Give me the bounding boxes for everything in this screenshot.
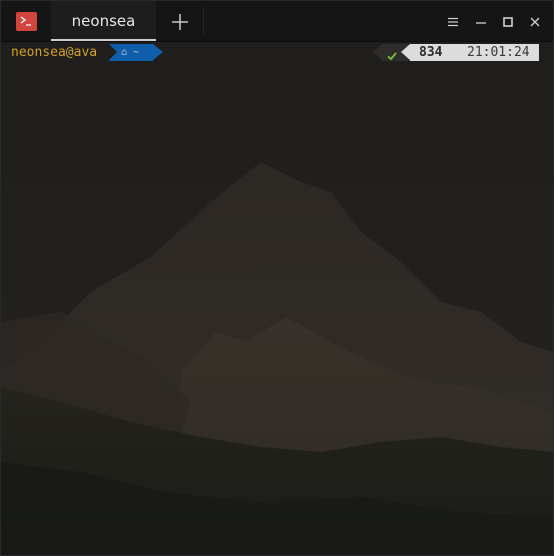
minimize-icon[interactable] xyxy=(474,14,488,28)
clock-time: 21:01:24 xyxy=(467,45,530,60)
user-host: neonsea@ava xyxy=(11,45,98,60)
hamburger-menu-icon[interactable] xyxy=(446,14,460,28)
checkmark-icon xyxy=(386,47,398,61)
command-count: 834 xyxy=(419,45,443,60)
segment-separator xyxy=(109,44,117,60)
tab-label: neonsea xyxy=(71,12,136,30)
plus-icon[interactable] xyxy=(169,11,191,33)
close-icon[interactable] xyxy=(528,14,542,28)
title-bar: neonsea xyxy=(1,1,553,42)
segment-separator xyxy=(373,44,382,60)
terminal-window: neonsea neonsea@ava ⌂ ~ 834 21:01:24 xyxy=(0,0,554,556)
terminal-icon[interactable] xyxy=(16,12,37,31)
directory-path: ⌂ ~ xyxy=(121,47,140,58)
segment-separator xyxy=(401,44,410,60)
terminal-area[interactable]: neonsea@ava ⌂ ~ 834 21:01:24 xyxy=(1,42,553,555)
segment-separator xyxy=(153,44,163,60)
titlebar-divider xyxy=(203,7,204,35)
prompt-right-segments: 834 21:01:24 xyxy=(373,44,543,61)
tab-neonsea[interactable]: neonsea xyxy=(51,1,156,41)
maximize-icon[interactable] xyxy=(501,14,515,28)
wallpaper-background xyxy=(1,42,553,555)
